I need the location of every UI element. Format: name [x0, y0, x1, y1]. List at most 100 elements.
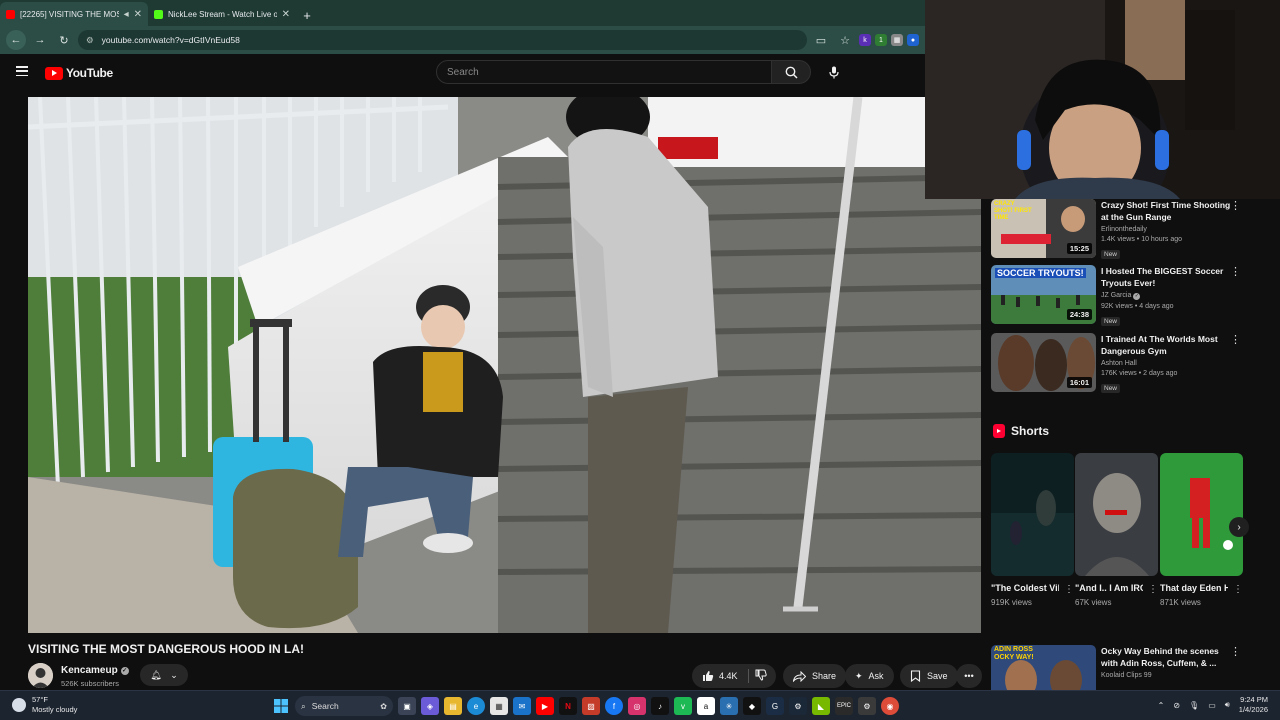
- volume-icon[interactable]: 🔊︎: [1225, 700, 1230, 710]
- channel-name[interactable]: Kencameup ✓: [61, 665, 129, 676]
- recommendation-channel[interactable]: Koolaid Clips 99: [1101, 672, 1236, 679]
- extension-counter-icon[interactable]: 1: [875, 34, 887, 46]
- capcut-icon[interactable]: ◆: [743, 697, 761, 715]
- tab-kick-stream[interactable]: NickLee Stream - Watch Live o ✕: [148, 2, 296, 26]
- time: 9:24 PM: [1240, 695, 1268, 704]
- video-thumbnail[interactable]: CRAZY SHOT! FIRST TIME 15:25: [991, 199, 1096, 258]
- subscription-bell-button[interactable]: 🔔︎ ⌄: [140, 664, 188, 686]
- short-thumbnail[interactable]: [1160, 453, 1243, 576]
- hamburger-menu-icon[interactable]: [16, 66, 28, 76]
- close-tab-icon[interactable]: ✕: [134, 9, 142, 20]
- reload-button[interactable]: ↻: [54, 30, 74, 50]
- clock[interactable]: 9:24 PM 1/4/2026: [1239, 695, 1268, 715]
- short-item[interactable]: "And I.. I Am IRON MAN"... 67K views ⋮: [1075, 453, 1158, 607]
- netflix-icon[interactable]: N: [559, 697, 577, 715]
- recommendation-title[interactable]: Ocky Way Behind the scenes with Adin Ros…: [1101, 645, 1236, 669]
- recommendation-meta: 92K views • 4 days ago: [1101, 302, 1174, 310]
- bookmark-star-icon[interactable]: ☆: [835, 30, 855, 50]
- forward-button[interactable]: →: [30, 30, 50, 50]
- more-actions-button[interactable]: •••: [956, 664, 982, 688]
- verified-check-icon: ✓: [120, 666, 129, 675]
- tiktok-icon[interactable]: ♪: [651, 697, 669, 715]
- edge-icon[interactable]: e: [467, 697, 485, 715]
- more-vertical-icon[interactable]: ⋮: [1230, 265, 1241, 278]
- facebook-icon[interactable]: f: [605, 697, 623, 715]
- recommendation-title[interactable]: I Trained At The Worlds Most Dangerous G…: [1101, 333, 1236, 357]
- settings-gear-icon[interactable]: ⚙: [858, 697, 876, 715]
- app-g-icon[interactable]: G: [766, 697, 784, 715]
- video-thumbnail[interactable]: SOCCER TRYOUTS! 24:38: [991, 265, 1096, 324]
- store-icon[interactable]: ▦: [490, 697, 508, 715]
- back-button[interactable]: ←: [6, 30, 26, 50]
- save-button[interactable]: Save: [900, 664, 958, 688]
- chrome-icon[interactable]: ◉: [881, 697, 899, 715]
- video-thumbnail[interactable]: ADIN ROSS OCKY WAY!: [991, 645, 1096, 690]
- recommendation-channel[interactable]: Erlinonthedaily: [1101, 226, 1236, 233]
- extension-circle-icon[interactable]: ●: [907, 34, 919, 46]
- extension-k-icon[interactable]: k: [859, 34, 871, 46]
- chevron-up-icon[interactable]: ⌃: [1158, 701, 1165, 710]
- short-title[interactable]: That day Eden Hazar...: [1160, 582, 1228, 594]
- mail-icon[interactable]: ✉: [513, 697, 531, 715]
- thumbs-down-icon: [755, 669, 767, 681]
- speaker-icon[interactable]: ◂: [124, 9, 129, 20]
- camera-off-icon[interactable]: ⊘: [1173, 701, 1180, 710]
- ask-button[interactable]: ✦ Ask: [845, 664, 894, 688]
- voice-search-button[interactable]: [823, 61, 845, 83]
- short-thumbnail[interactable]: [1075, 453, 1158, 576]
- video-thumbnail[interactable]: 16:01: [991, 333, 1096, 392]
- weather-widget[interactable]: 57°F Mostly cloudy: [12, 695, 77, 715]
- close-tab-icon[interactable]: ✕: [282, 9, 290, 20]
- search-button[interactable]: [771, 60, 811, 84]
- share-button[interactable]: Share: [783, 664, 847, 688]
- address-bar[interactable]: ⚙ youtube.com/watch?v=dGtIVnEud58: [78, 30, 807, 50]
- more-vertical-icon[interactable]: ⋮: [1230, 333, 1241, 346]
- microphone-icon[interactable]: 🎙︎: [1189, 701, 1199, 710]
- taskbar-search[interactable]: ⌕ Search ✿: [295, 696, 393, 716]
- instagram-icon[interactable]: ◎: [628, 697, 646, 715]
- short-item[interactable]: "The Coldest Villian"- Tai ... 919K view…: [991, 453, 1074, 607]
- more-vertical-icon[interactable]: ⋮: [1064, 584, 1074, 595]
- short-title[interactable]: "The Coldest Villian"- Tai ...: [991, 582, 1059, 594]
- epic-games-icon[interactable]: EPIC: [835, 697, 853, 715]
- search-input[interactable]: Search: [436, 60, 772, 84]
- dislike-button[interactable]: [755, 669, 767, 683]
- more-vertical-icon[interactable]: ⋮: [1230, 645, 1241, 658]
- tab-youtube[interactable]: [22265] VISITING THE MOS ◂ ✕: [0, 2, 148, 26]
- copilot-icon[interactable]: ◈: [421, 697, 439, 715]
- site-info-icon[interactable]: ⚙: [86, 35, 94, 46]
- recommendation-item[interactable]: ADIN ROSS OCKY WAY! Ocky Way Behind the …: [991, 645, 1251, 690]
- steam-icon[interactable]: ⚙: [789, 697, 807, 715]
- vine-icon[interactable]: v: [674, 697, 692, 715]
- shorts-next-button[interactable]: ›: [1229, 517, 1249, 537]
- extension-grid-icon[interactable]: ▦: [891, 34, 903, 46]
- more-vertical-icon[interactable]: ⋮: [1233, 584, 1243, 595]
- video-player[interactable]: [28, 97, 981, 633]
- snowflake-app-icon[interactable]: ✳: [720, 697, 738, 715]
- search-highlight-icon: ✿: [380, 701, 387, 711]
- install-app-icon[interactable]: ▭: [811, 30, 831, 50]
- photos-icon[interactable]: ▨: [582, 697, 600, 715]
- network-icon[interactable]: ▭: [1208, 701, 1216, 710]
- youtube-app-icon[interactable]: ▶: [536, 697, 554, 715]
- amazon-icon[interactable]: a: [697, 697, 715, 715]
- windows-start-icon[interactable]: [272, 697, 290, 715]
- recommendation-title[interactable]: I Hosted The BIGGEST Soccer Tryouts Ever…: [1101, 265, 1236, 289]
- recommendation-item[interactable]: 16:01 I Trained At The Worlds Most Dange…: [991, 333, 1251, 393]
- task-view-icon[interactable]: ▣: [398, 697, 416, 715]
- youtube-logo[interactable]: YouTube: [45, 66, 113, 80]
- file-explorer-icon[interactable]: ▤: [444, 697, 462, 715]
- recommendation-item[interactable]: CRAZY SHOT! FIRST TIME 15:25 Crazy Shot!…: [991, 199, 1251, 259]
- channel-avatar[interactable]: [28, 663, 53, 688]
- like-button[interactable]: 4.4K: [702, 670, 738, 682]
- recommendation-channel[interactable]: Ashton Hall: [1101, 360, 1236, 367]
- nvidia-icon[interactable]: ◣: [812, 697, 830, 715]
- recommendation-channel[interactable]: JZ Garcia ✓: [1101, 292, 1236, 300]
- more-vertical-icon[interactable]: ⋮: [1230, 199, 1241, 212]
- short-thumbnail[interactable]: [991, 453, 1074, 576]
- new-tab-button[interactable]: +: [296, 4, 318, 26]
- more-vertical-icon[interactable]: ⋮: [1148, 584, 1158, 595]
- recommendation-item[interactable]: SOCCER TRYOUTS! 24:38 I Hosted The BIGGE…: [991, 265, 1251, 326]
- short-title[interactable]: "And I.. I Am IRON MAN"...: [1075, 582, 1143, 594]
- recommendation-title[interactable]: Crazy Shot! First Time Shooting at the G…: [1101, 199, 1236, 223]
